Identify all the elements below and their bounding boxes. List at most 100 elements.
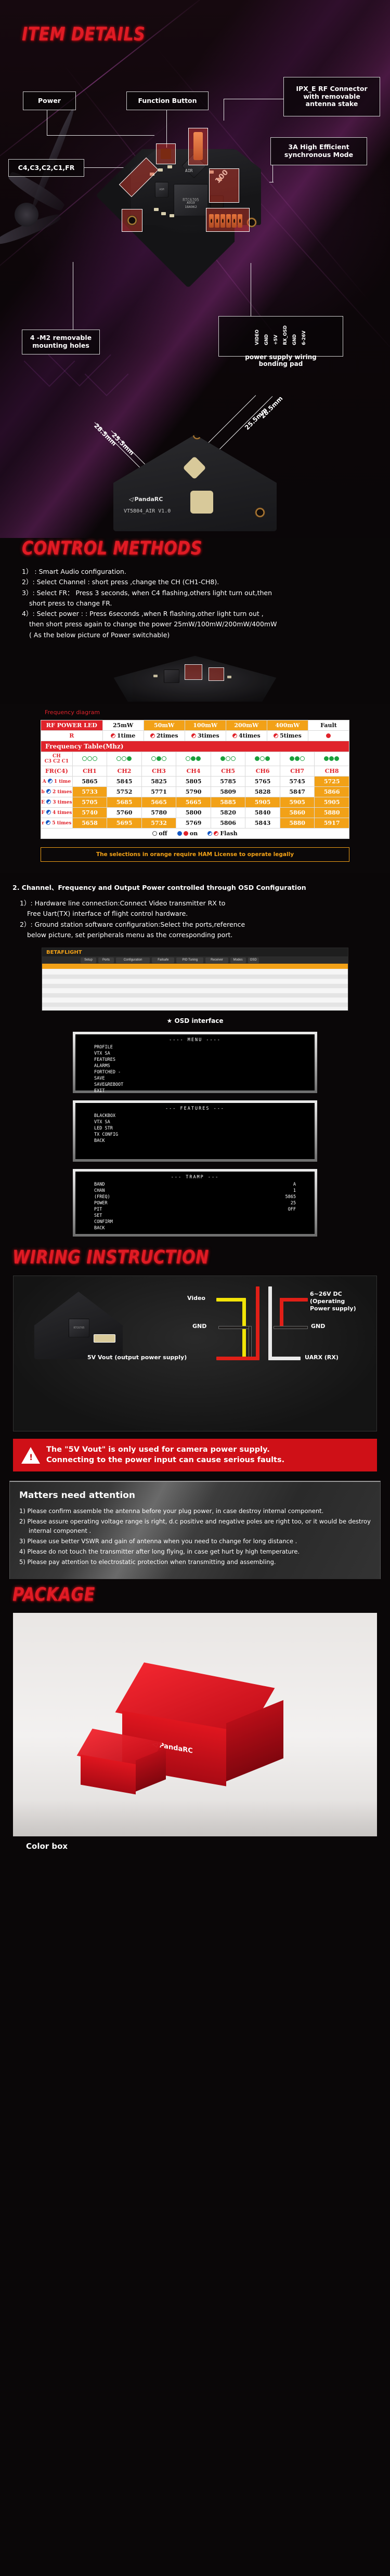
chip-code-2: 18A962 <box>185 205 197 209</box>
led-dot-icon <box>82 756 87 761</box>
flash-icon <box>150 733 155 738</box>
betaflight-port-row[interactable] <box>42 989 348 993</box>
power-level-header: 400mW <box>266 719 308 731</box>
betaflight-port-row[interactable] <box>42 1003 348 1007</box>
betaflight-port-row[interactable] <box>42 998 348 1002</box>
betaflight-tab[interactable]: Receiver <box>205 957 228 963</box>
callout-ipx-connector: IPX_E RF Connector with removable antenn… <box>283 77 380 116</box>
betaflight-port-row[interactable] <box>42 979 348 983</box>
osd-menu-item[interactable]: SET <box>81 1213 309 1219</box>
betaflight-tab[interactable]: OSD <box>248 957 259 963</box>
pcb-bottom-view: ◁PandaRC VT5804_AIR V1.0 <box>113 435 277 531</box>
silk-air: AIR <box>185 168 193 173</box>
osd-menu-item[interactable]: POWER 25 <box>81 1200 309 1206</box>
betaflight-tab[interactable]: PID Tuning <box>176 957 204 963</box>
led-dot-icon <box>260 756 265 761</box>
frequency-cell: 5790 <box>176 786 211 797</box>
osd-menu-item[interactable]: BLACKBOX <box>81 1113 309 1119</box>
flash-cell: 2times <box>143 730 185 741</box>
led-dot-icon <box>186 756 191 761</box>
table-row: r 5 times 5658 5695 5732 5769 5806 5843 5880 591… <box>41 817 349 829</box>
osd-menu-item[interactable]: SAVE&REBOOT <box>81 1082 309 1088</box>
channel-header: CH1 <box>72 765 108 777</box>
pcb-top-view: RTC6705 A919 18A962 ASM AIR 100 <box>102 121 289 277</box>
flash-icon <box>46 788 51 794</box>
osd-menu-item[interactable]: SAVE <box>81 1075 309 1082</box>
osd-menu-item[interactable]: BACK <box>81 1225 309 1231</box>
osd-menu-item[interactable]: (FREQ) 5865 <box>81 1194 309 1200</box>
osd-menu-item[interactable]: LED STR <box>81 1125 309 1132</box>
led-dot-icon <box>324 756 329 761</box>
osd-menu-item[interactable]: CONFIRM <box>81 1219 309 1225</box>
betaflight-port-row[interactable] <box>42 984 348 988</box>
power-level-header: 50mW <box>143 719 185 731</box>
osd-menu-item[interactable]: BACK <box>81 1138 309 1144</box>
betaflight-tab[interactable]: Ports <box>98 957 114 963</box>
led-pattern-cell <box>210 751 246 766</box>
osd-menu-item[interactable]: ALARMS <box>81 1063 309 1069</box>
osd-item-label: EXIT <box>94 1088 105 1094</box>
osd-item-label: PIT <box>94 1207 102 1213</box>
osd-menu-item[interactable]: FEATURES <box>81 1057 309 1063</box>
flash-icon <box>47 778 53 783</box>
callout-function-button: Function Button <box>126 91 209 110</box>
attention-section: Matters need attention 1) Please confirm… <box>9 1481 381 1579</box>
wire-5v-vout-v <box>256 1286 259 1360</box>
frequency-cell: 5847 <box>279 786 315 797</box>
led-pattern-cell <box>314 751 349 766</box>
osd-menu-item[interactable]: TX CONFIG <box>81 1132 309 1138</box>
led-dot-icon <box>156 756 161 761</box>
frequency-cell: 5733 <box>72 786 108 797</box>
osd-menu-item[interactable]: PROFILE <box>81 1044 309 1050</box>
led-dot-icon <box>230 756 236 761</box>
betaflight-tab[interactable]: Failsafe <box>152 957 175 963</box>
osd-menu-item[interactable]: VTX SA <box>81 1050 309 1057</box>
osd-item-label: SAVE <box>94 1076 105 1082</box>
band-label: b 2 times <box>41 786 73 797</box>
osd-item-label: BACK <box>94 1138 105 1144</box>
attention-item: 1) Please confirm assemble the antenna b… <box>19 1507 324 1515</box>
osd-menu-item[interactable]: CHAN 1 <box>81 1188 309 1194</box>
wire-dc-in-v <box>280 1298 283 1328</box>
betaflight-port-row[interactable] <box>42 970 348 974</box>
package-title: PACKAGE <box>12 1584 95 1606</box>
led-dot-icon <box>127 756 132 761</box>
betaflight-port-row[interactable] <box>42 993 348 997</box>
table-row: FR(C4) CH1 CH2 CH3 CH4 CH5 CH6 CH7 CH8 <box>41 765 349 777</box>
control-item: 3）: Select FR： Press 3 seconds, when C4 … <box>22 588 272 597</box>
betaflight-port-row[interactable] <box>42 975 348 979</box>
wire-label-video: Video <box>187 1295 205 1302</box>
osd-item-label: FORTCHED - <box>94 1070 121 1075</box>
osd-panel-features: --- FEATURES --- BLACKBOX VTX SA LED STR TX… <box>73 1100 317 1162</box>
osd-item-label: CONFIRM <box>94 1219 113 1225</box>
logo-mark: ◁ <box>128 496 135 503</box>
frequency-cell: 5685 <box>107 796 142 808</box>
led-dot-icon <box>255 756 260 761</box>
osd-item-value: OFF <box>288 1207 296 1213</box>
band-label: A 1 time <box>41 776 73 787</box>
osd-menu-item[interactable]: PIT OFF <box>81 1206 309 1213</box>
betaflight-tab[interactable]: Setup <box>81 957 96 963</box>
betaflight-tab[interactable]: Modes <box>230 957 246 963</box>
page-title: ITEM DETAILS <box>22 23 146 45</box>
osd-menu-item[interactable]: EXIT <box>81 1088 309 1094</box>
osd-item-label: BLACKBOX <box>94 1113 115 1119</box>
control-item: short press to change FR. <box>29 599 112 607</box>
led-on-blue-icon <box>177 831 182 836</box>
led-dot-icon <box>225 756 230 761</box>
betaflight-tab[interactable]: Configuration <box>116 957 150 963</box>
osd-menu-item[interactable]: VTX SA <box>81 1119 309 1125</box>
bonding-pad-caption: power supply wiring bonding pad <box>245 353 317 368</box>
table-row: E 3 times 5705 5685 5665 5665 5885 5905 5905 590… <box>41 796 349 808</box>
osd-menu-item[interactable]: BAND A <box>81 1181 309 1188</box>
silk-model: VT5804_AIR V1.0 <box>124 508 171 514</box>
wire-label-5v-vout: 5V Vout (output power supply) <box>87 1354 187 1361</box>
frequency-cell: 5905 <box>279 796 315 808</box>
flash-icon <box>110 733 115 738</box>
osd-menu-item[interactable]: FORTCHED - <box>81 1069 309 1075</box>
frequency-cell: 5800 <box>176 807 211 818</box>
flash-icon <box>274 733 279 738</box>
led-pattern-cell <box>279 751 315 766</box>
channel-header: CH7 <box>279 765 315 777</box>
osd-item-value: 1 <box>293 1188 296 1194</box>
